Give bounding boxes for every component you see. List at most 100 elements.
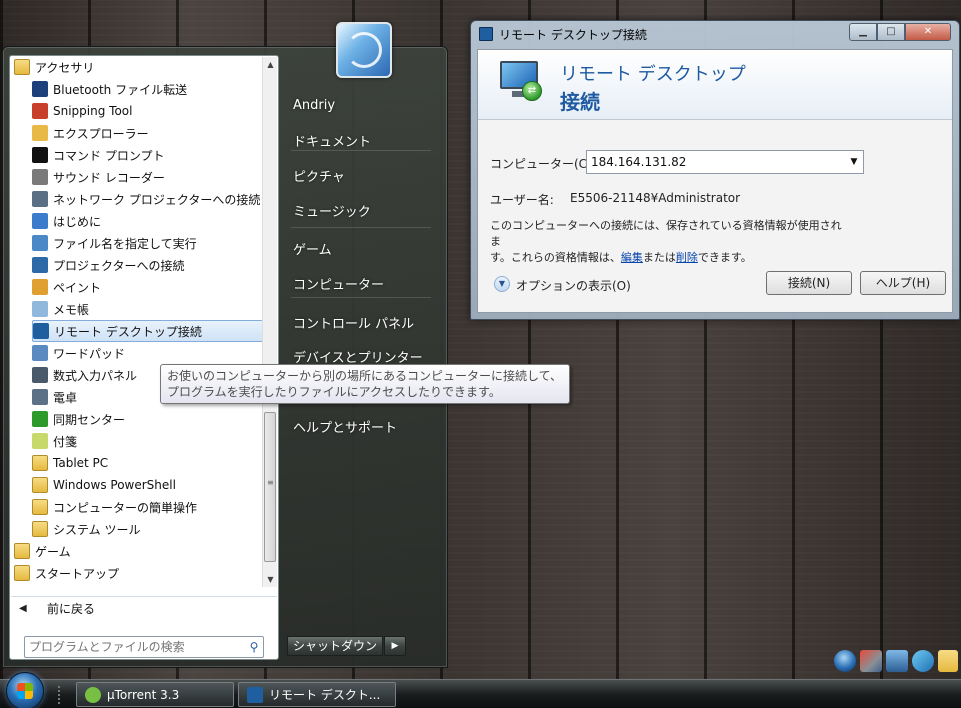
user-name-link[interactable]: Andriy: [289, 92, 439, 118]
monitor-icon[interactable]: [886, 650, 908, 672]
window-title: リモート デスクトップ接続: [499, 28, 647, 42]
search-box[interactable]: ⚲: [24, 636, 264, 658]
program-item[interactable]: システム ツール: [32, 518, 264, 540]
back-label: 前に戻る: [47, 602, 96, 616]
run-icon: [32, 235, 48, 251]
program-item[interactable]: メモ帳: [32, 298, 264, 320]
back-button[interactable]: ◀ 前に戻る: [11, 596, 277, 620]
scroll-up-arrow-icon[interactable]: ▲: [263, 57, 278, 72]
projector-icon: [32, 257, 48, 273]
search-icon[interactable]: ⚲: [245, 640, 263, 654]
program-item[interactable]: Snipping Tool: [32, 100, 264, 122]
program-list-pane: アクセサリ Bluetooth ファイル転送 Snipping Tool エクスプロー…: [9, 55, 279, 660]
credentials-info: このコンピューターへの接続には、保存されている資格情報が使用されま す。これらの…: [490, 218, 850, 266]
program-label: プロジェクターへの接続: [53, 258, 185, 273]
close-button[interactable]: ✕: [905, 23, 951, 41]
sticky-notes-icon: [32, 433, 48, 449]
command-prompt-icon: [32, 147, 48, 163]
program-item[interactable]: ワードパッド: [32, 342, 264, 364]
right-pane-separator: [291, 297, 431, 298]
getting-started-icon: [32, 213, 48, 229]
maximize-button[interactable]: □: [877, 23, 905, 41]
program-item[interactable]: Windows PowerShell: [32, 474, 264, 496]
windows-flag-icon[interactable]: [834, 650, 856, 672]
taskbar-grip[interactable]: [58, 686, 64, 704]
taskbar-button-remote-desktop[interactable]: リモート デスクト...: [238, 682, 396, 707]
right-pane-separator: [291, 150, 431, 151]
network-icon[interactable]: [860, 650, 882, 672]
program-item[interactable]: ファイル名を指定して実行: [32, 232, 264, 254]
program-folder[interactable]: ゲーム: [14, 540, 264, 562]
window-client-area: ⇄ リモート デスクトップ 接続 コンピューター(C): ▼ ユーザー名: E5…: [477, 49, 953, 313]
computer-input[interactable]: [591, 153, 845, 171]
banner-heading-line-2: 接続: [560, 90, 600, 114]
program-item[interactable]: Tablet PC: [32, 452, 264, 474]
back-arrow-icon: ◀: [19, 603, 27, 614]
program-list: アクセサリ Bluetooth ファイル転送 Snipping Tool エクスプロー…: [10, 56, 265, 586]
folder-icon[interactable]: [938, 650, 958, 672]
taskbar-button-label: µTorrent 3.3: [107, 687, 180, 702]
program-item[interactable]: ペイント: [32, 276, 264, 298]
show-options-link[interactable]: オプションの表示(O): [516, 277, 631, 294]
info-mid: または: [642, 251, 676, 264]
search-input[interactable]: [29, 638, 245, 656]
program-item[interactable]: コマンド プロンプト: [32, 144, 264, 166]
expand-options-chevron-icon[interactable]: ▼: [494, 276, 510, 292]
program-folder[interactable]: スタートアップ: [14, 562, 264, 584]
start-button[interactable]: [6, 672, 44, 708]
program-item[interactable]: ネットワーク プロジェクターへの接続: [32, 188, 264, 210]
taskbar-button-utorrent[interactable]: µTorrent 3.3: [76, 682, 234, 707]
program-label: 付箋: [53, 434, 78, 449]
music-link[interactable]: ミュージック: [289, 197, 439, 223]
right-pane-separator: [291, 227, 431, 228]
edit-credentials-link[interactable]: 編集: [621, 251, 643, 264]
network-globe-icon[interactable]: [912, 650, 934, 672]
program-label: コンピューターの簡単操作: [53, 500, 198, 515]
program-item[interactable]: 同期センター: [32, 408, 264, 430]
program-label: ネットワーク プロジェクターへの接続: [53, 192, 261, 207]
computer-label: コンピューター(C):: [490, 157, 596, 171]
program-label: ペイント: [53, 280, 102, 295]
start-menu: アクセサリ Bluetooth ファイル転送 Snipping Tool エクスプロー…: [2, 46, 448, 668]
minimize-button[interactable]: ▁: [849, 23, 877, 41]
program-item[interactable]: プロジェクターへの接続: [32, 254, 264, 276]
games-link[interactable]: ゲーム: [289, 235, 439, 261]
remote-desktop-window: リモート デスクトップ接続 ▁ □ ✕ ⇄ リモート デスクトップ 接続 コンピ…: [470, 20, 960, 320]
remote-desktop-icon: [33, 323, 49, 339]
program-label: 同期センター: [53, 412, 126, 427]
computer-link[interactable]: コンピューター: [289, 270, 439, 296]
chevron-down-icon[interactable]: ▼: [845, 157, 863, 167]
pictures-link[interactable]: ピクチャ: [289, 162, 439, 188]
notepad-icon: [32, 301, 48, 317]
help-button[interactable]: ヘルプ(H): [860, 271, 946, 295]
program-item[interactable]: コンピューターの簡単操作: [32, 496, 264, 518]
program-item[interactable]: リモート デスクトップ接続: [32, 320, 264, 342]
program-label: ファイル名を指定して実行: [53, 236, 197, 251]
program-item[interactable]: サウンド レコーダー: [32, 166, 264, 188]
scissors-icon: [32, 103, 48, 119]
help-support-link[interactable]: ヘルプとサポート: [289, 413, 439, 439]
windows-logo-icon: [17, 683, 33, 699]
scroll-thumb[interactable]: ≡: [264, 412, 276, 562]
remote-desktop-title-icon: [479, 27, 493, 41]
control-panel-link[interactable]: コントロール パネル: [289, 309, 439, 335]
delete-credentials-link[interactable]: 削除: [676, 251, 698, 264]
program-item[interactable]: Bluetooth ファイル転送: [32, 78, 264, 100]
program-item[interactable]: 付箋: [32, 430, 264, 452]
shutdown-options-arrow-icon[interactable]: ▶: [384, 636, 406, 656]
program-item[interactable]: エクスプローラー: [32, 122, 264, 144]
program-label: コマンド プロンプト: [53, 148, 165, 163]
info-line-1: このコンピューターへの接続には、保存されている資格情報が使用されま: [490, 219, 842, 248]
program-label: エクスプローラー: [53, 126, 149, 141]
folder-icon: [32, 477, 48, 493]
connect-button[interactable]: 接続(N): [766, 271, 852, 295]
computer-combobox[interactable]: ▼: [586, 150, 864, 174]
program-list-scrollbar[interactable]: ▲ ≡ ▼: [262, 57, 277, 587]
user-picture-avatar[interactable]: [336, 22, 392, 78]
window-titlebar[interactable]: リモート デスクトップ接続 ▁ □ ✕: [471, 21, 959, 47]
program-folder[interactable]: アクセサリ: [14, 56, 264, 78]
tooltip-line-2: プログラムを実行したりファイルにアクセスしたりできます。: [167, 385, 501, 399]
scroll-down-arrow-icon[interactable]: ▼: [263, 572, 278, 587]
shutdown-button[interactable]: シャットダウン: [287, 636, 383, 656]
program-item[interactable]: はじめに: [32, 210, 264, 232]
